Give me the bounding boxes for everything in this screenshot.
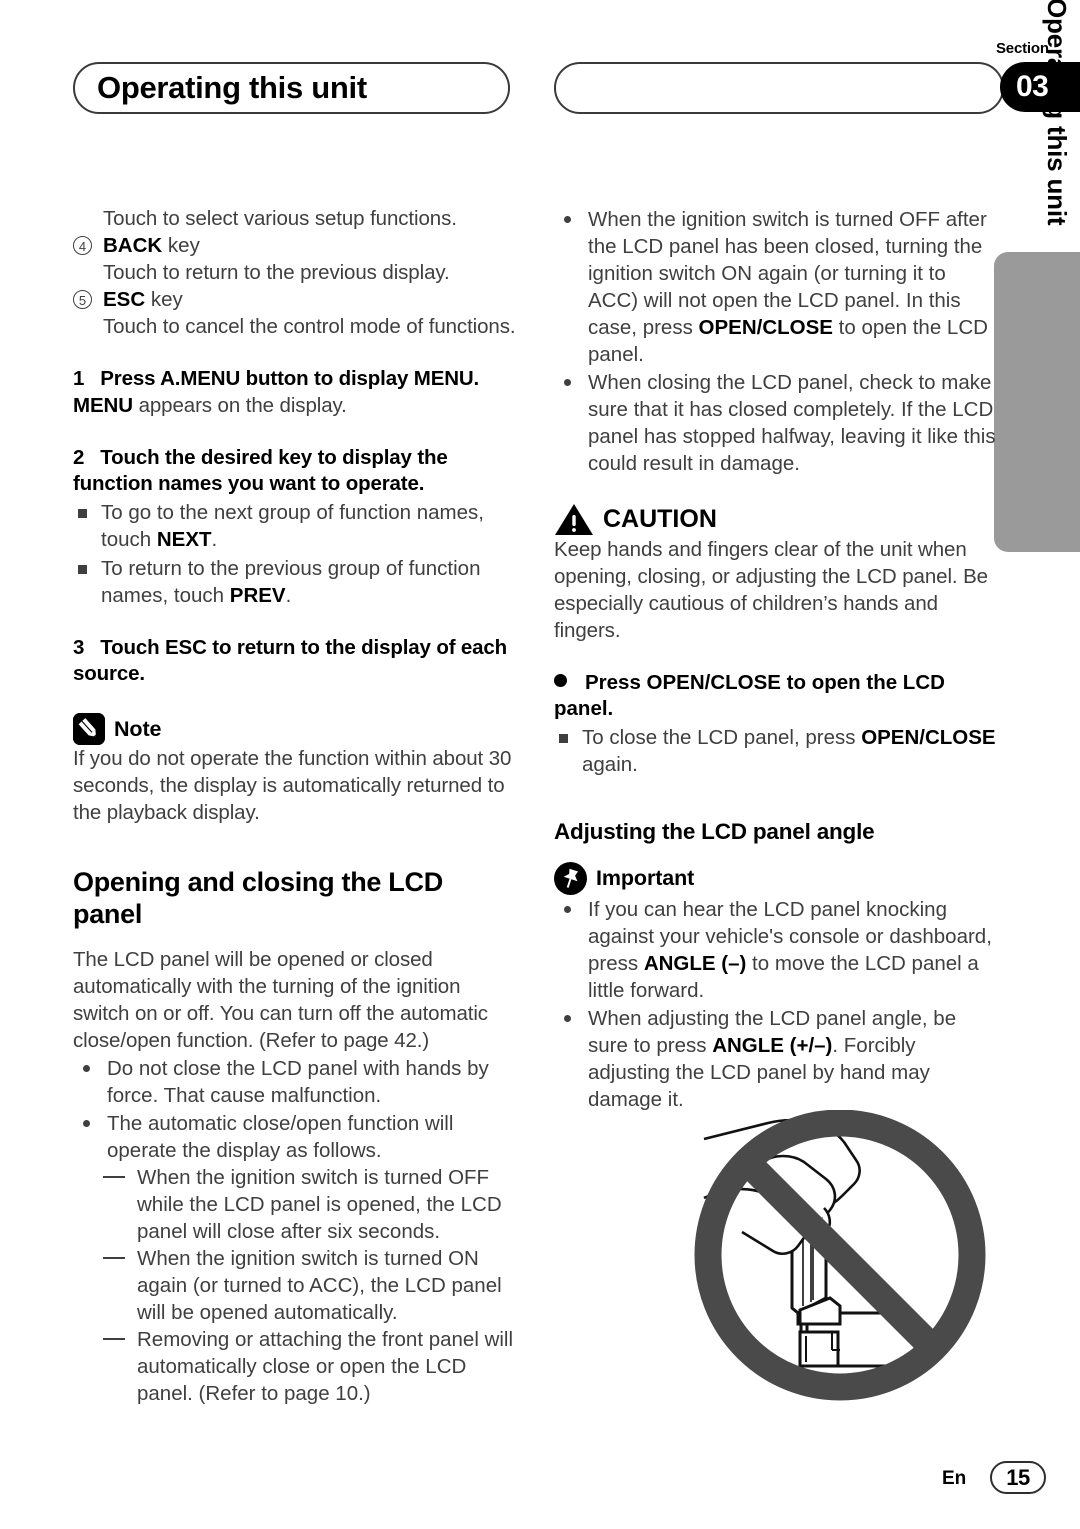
round-bullet-icon [564, 906, 571, 913]
do-not-push-lcd-panel-by-hand-illustration [680, 1109, 1020, 1430]
header-blank-pill [554, 62, 1004, 114]
note-body: If you do not operate the function withi… [73, 747, 512, 824]
left-column: Touch to select various setup functions.… [73, 205, 517, 1407]
key-suffix-back: key [162, 234, 200, 257]
caution-body: Keep hands and fingers clear of the unit… [554, 538, 988, 642]
footer-language: En [942, 1468, 967, 1489]
important-bullet-1-key: ANGLE (–) [643, 952, 747, 975]
em-dash-bullet-icon [103, 1176, 125, 1178]
step-1-text: Press A.MENU button to display MENU. [100, 367, 480, 390]
em-dash-bullet-icon [103, 1257, 125, 1259]
square-bullet-icon [559, 734, 568, 743]
square-bullet-icon [78, 565, 87, 574]
side-thumb-tab-label: Operating this unit [1042, 0, 1072, 226]
key-desc-esc: Touch to cancel the control mode of func… [103, 315, 516, 338]
opening-bullet-1: Do not close the LCD panel with hands by… [73, 1055, 517, 1109]
right-bullet-1: When the ignition switch is turned OFF a… [554, 206, 998, 368]
page-title-pill: Operating this unit [73, 62, 510, 114]
step-3-text: Touch ESC to return to the display of ea… [73, 636, 508, 685]
press-subnote-a: To close the LCD panel, press [582, 726, 862, 749]
em-dash-bullet-icon [103, 1338, 125, 1340]
right-bullet-2-text: When closing the LCD panel, check to mak… [588, 371, 996, 475]
step-2-subnote-next-c: . [211, 528, 218, 551]
pushpin-icon [554, 862, 587, 895]
right-bullet-1-key: OPEN/CLOSE [698, 316, 833, 339]
side-thumb-tab [994, 252, 1080, 552]
press-open-close-subnote: To close the LCD panel, press OPEN/CLOSE… [554, 724, 998, 778]
page-title: Operating this unit [97, 70, 367, 105]
step-2-number: 2 [73, 446, 85, 469]
key-name-back: BACK [103, 234, 163, 257]
step-2-subnote-prev-key: PREV [229, 584, 286, 607]
footer-page-badge: 15 [990, 1461, 1046, 1494]
step-2-subnote-next-key: NEXT [156, 528, 212, 551]
round-bullet-icon [564, 1015, 571, 1022]
key-desc-back: Touch to return to the previous display. [103, 261, 450, 284]
important-callout-header: Important [554, 862, 998, 895]
right-bullet-2: When closing the LCD panel, check to mak… [554, 369, 998, 477]
round-bullet-icon [83, 1120, 90, 1127]
lead-line: Touch to select various setup functions. [103, 207, 457, 230]
step-2-subnote-prev: To return to the previous group of funct… [73, 555, 517, 609]
opening-dash-1: When the ignition switch is turned OFF w… [73, 1164, 517, 1245]
square-bullet-icon [78, 509, 87, 518]
important-bullet-2-key: ANGLE (+/–) [712, 1034, 833, 1057]
press-subnote-c: again. [582, 753, 638, 776]
step-2-text: Touch the desired key to display the fun… [73, 446, 448, 495]
important-bullet-2: When adjusting the LCD panel angle, be s… [554, 1005, 998, 1113]
key-item-esc: 5 ESC key [73, 286, 517, 313]
opening-dash-1-text: When the ignition switch is turned OFF w… [137, 1166, 502, 1243]
step-1-note-bold: MENU [73, 394, 133, 417]
important-label: Important [596, 866, 695, 890]
opening-dash-3-text: Removing or attaching the front panel wi… [137, 1328, 514, 1405]
press-open-close-step-text: Press OPEN/CLOSE to open the LCD panel. [554, 671, 945, 720]
step-2-subnote-prev-c: . [285, 584, 292, 607]
step-3: 3 Touch ESC to return to the display of e… [73, 635, 517, 687]
opening-dash-2: When the ignition switch is turned ON ag… [73, 1245, 517, 1326]
caution-label: CAUTION [603, 505, 717, 533]
step-1-note-rest: appears on the display. [132, 394, 347, 417]
opening-dash-3: Removing or attaching the front panel wi… [73, 1326, 517, 1407]
round-bullet-icon [83, 1065, 90, 1072]
opening-body: The LCD panel will be opened or closed a… [73, 948, 488, 1052]
step-1: 1 Press A.MENU button to display MENU. [73, 366, 517, 392]
press-subnote-key: OPEN/CLOSE [861, 726, 996, 749]
important-bullet-1: If you can hear the LCD panel knocking a… [554, 896, 998, 1004]
round-bullet-icon [564, 216, 571, 223]
warning-triangle-icon [554, 503, 594, 536]
step-2-subnote-next: To go to the next group of function name… [73, 499, 517, 553]
pencil-icon [73, 713, 105, 745]
right-column: When the ignition switch is turned OFF a… [554, 205, 998, 1113]
note-label: Note [114, 716, 162, 741]
circled-number-4: 4 [73, 236, 92, 255]
filled-round-bullet-icon [554, 674, 567, 687]
key-item-back: 4 BACK key [73, 232, 517, 259]
round-bullet-icon [564, 379, 571, 386]
opening-dash-2-text: When the ignition switch is turned ON ag… [137, 1247, 502, 1324]
press-open-close-step: Press OPEN/CLOSE to open the LCD panel. [554, 670, 998, 722]
opening-bullet-2: The automatic close/open function will o… [73, 1110, 517, 1164]
step-2: 2 Touch the desired key to display the fu… [73, 445, 517, 497]
opening-bullet-2-text: The automatic close/open function will o… [107, 1112, 454, 1162]
heading-adjusting-angle: Adjusting the LCD panel angle [554, 819, 875, 844]
note-callout-header: Note [73, 713, 517, 745]
step-1-note: MENU appears on the display. [73, 392, 517, 419]
manual-page: Operating this unit Section 03 Operating… [0, 0, 1080, 1529]
opening-bullet-1-text: Do not close the LCD panel with hands by… [107, 1057, 489, 1107]
key-suffix-esc: key [145, 288, 183, 311]
step-1-number: 1 [73, 367, 85, 390]
step-3-number: 3 [73, 636, 85, 659]
page-header: Operating this unit Section 03 [0, 0, 1080, 160]
key-name-esc: ESC [103, 288, 146, 311]
section-label: Section [996, 40, 1049, 57]
footer-page-number: 15 [1006, 1464, 1030, 1490]
caution-callout-header: CAUTION [554, 503, 998, 536]
circled-number-5: 5 [73, 290, 92, 309]
heading-opening-closing: Opening and closing the LCD panel [73, 867, 443, 929]
